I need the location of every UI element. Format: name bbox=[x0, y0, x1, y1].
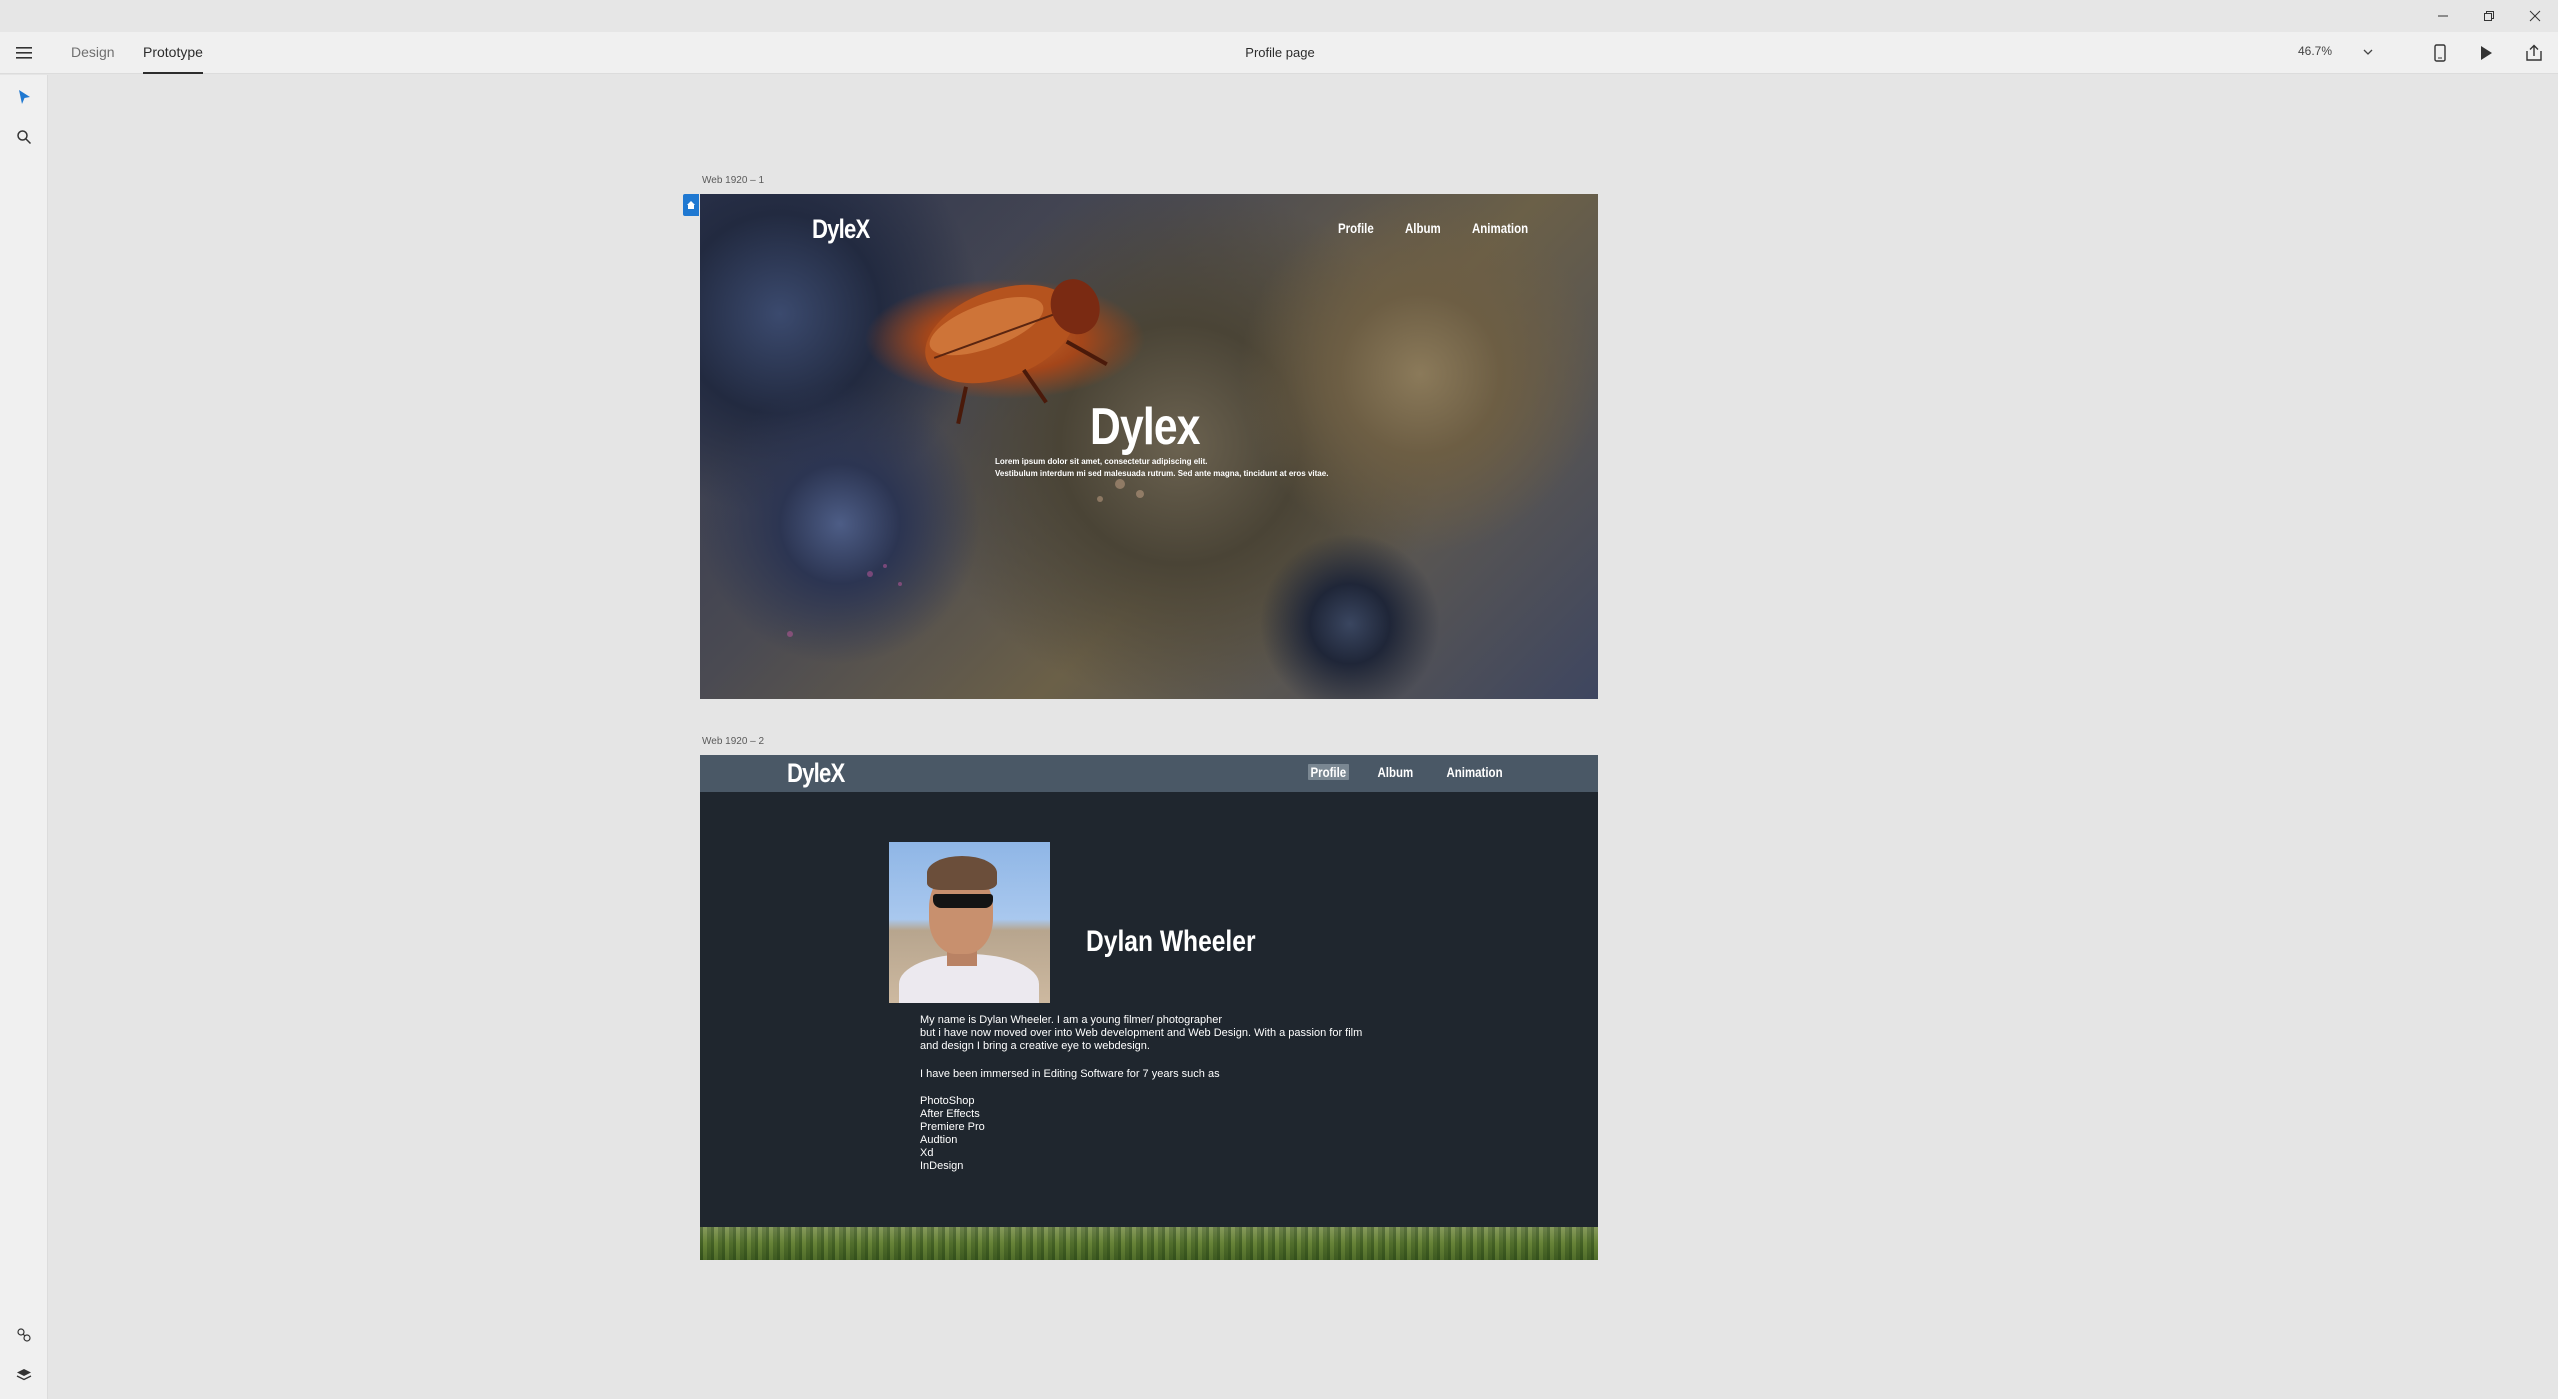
home-icon[interactable] bbox=[683, 194, 699, 216]
site-logo[interactable]: DyleX bbox=[812, 214, 870, 245]
tab-design[interactable]: Design bbox=[71, 32, 115, 74]
nav-album[interactable]: Album bbox=[1375, 764, 1416, 780]
layers-icon[interactable] bbox=[12, 1363, 36, 1387]
zoom-level[interactable]: 46.7% bbox=[2298, 32, 2332, 70]
hamburger-menu-icon[interactable] bbox=[12, 41, 36, 65]
nav-profile[interactable]: Profile bbox=[1338, 220, 1374, 236]
mobile-preview-icon[interactable] bbox=[2428, 41, 2452, 65]
chevron-down-icon[interactable] bbox=[2360, 44, 2376, 60]
bio-line: and design I bring a creative eye to web… bbox=[920, 1040, 1150, 1052]
hero-title: Dylex bbox=[1090, 398, 1201, 456]
artboard-web-1920-1[interactable]: DyleX Profile Album Animation Dylex Lore… bbox=[700, 194, 1598, 699]
app-toolbar: Design Prototype Profile page 46.7% bbox=[0, 32, 2558, 74]
hero-subtitle-line: Lorem ipsum dolor sit amet, consectetur … bbox=[995, 457, 1208, 466]
select-arrow-icon[interactable] bbox=[12, 85, 36, 109]
bio-line: I have been immersed in Editing Software… bbox=[920, 1068, 1220, 1080]
artboard-label[interactable]: Web 1920 – 1 bbox=[702, 175, 764, 186]
profile-name: Dylan Wheeler bbox=[1086, 925, 1256, 958]
title-bar bbox=[0, 0, 2558, 32]
play-icon[interactable] bbox=[2474, 41, 2498, 65]
site-logo[interactable]: DyleX bbox=[787, 758, 845, 789]
artboard-label[interactable]: Web 1920 – 2 bbox=[702, 736, 764, 747]
nav-animation[interactable]: Animation bbox=[1472, 220, 1528, 236]
nav-album[interactable]: Album bbox=[1405, 220, 1441, 236]
software-item: InDesign bbox=[920, 1160, 964, 1172]
plugins-icon[interactable] bbox=[12, 1323, 36, 1347]
document-title: Profile page bbox=[1245, 45, 1315, 60]
bio-line: My name is Dylan Wheeler. I am a young f… bbox=[920, 1014, 1223, 1026]
restore-icon[interactable] bbox=[2466, 0, 2512, 32]
share-icon[interactable] bbox=[2522, 41, 2546, 65]
site-nav-bar: DyleX Profile Album Animation bbox=[700, 755, 1598, 792]
profile-photo bbox=[889, 842, 1050, 1003]
minimize-icon[interactable] bbox=[2420, 0, 2466, 32]
nav-profile[interactable]: Profile bbox=[1308, 764, 1349, 780]
software-item: Audtion bbox=[920, 1134, 958, 1146]
software-item: PhotoShop bbox=[920, 1095, 975, 1107]
software-item: After Effects bbox=[920, 1108, 980, 1120]
software-item: Premiere Pro bbox=[920, 1121, 985, 1133]
grass-footer-image bbox=[700, 1227, 1598, 1260]
bio-line: but i have now moved over into Web devel… bbox=[920, 1027, 1363, 1039]
close-icon[interactable] bbox=[2512, 0, 2558, 32]
tab-prototype[interactable]: Prototype bbox=[143, 32, 203, 74]
artboard-web-1920-2[interactable]: DyleX Profile Album Animation Dylan Whee… bbox=[700, 755, 1598, 1260]
software-item: Xd bbox=[920, 1147, 934, 1159]
left-tool-bar bbox=[0, 75, 48, 1399]
search-icon[interactable] bbox=[12, 125, 36, 149]
nav-animation[interactable]: Animation bbox=[1444, 764, 1505, 780]
hero-subtitle-line: Vestibulum interdum mi sed malesuada rut… bbox=[995, 469, 1329, 478]
